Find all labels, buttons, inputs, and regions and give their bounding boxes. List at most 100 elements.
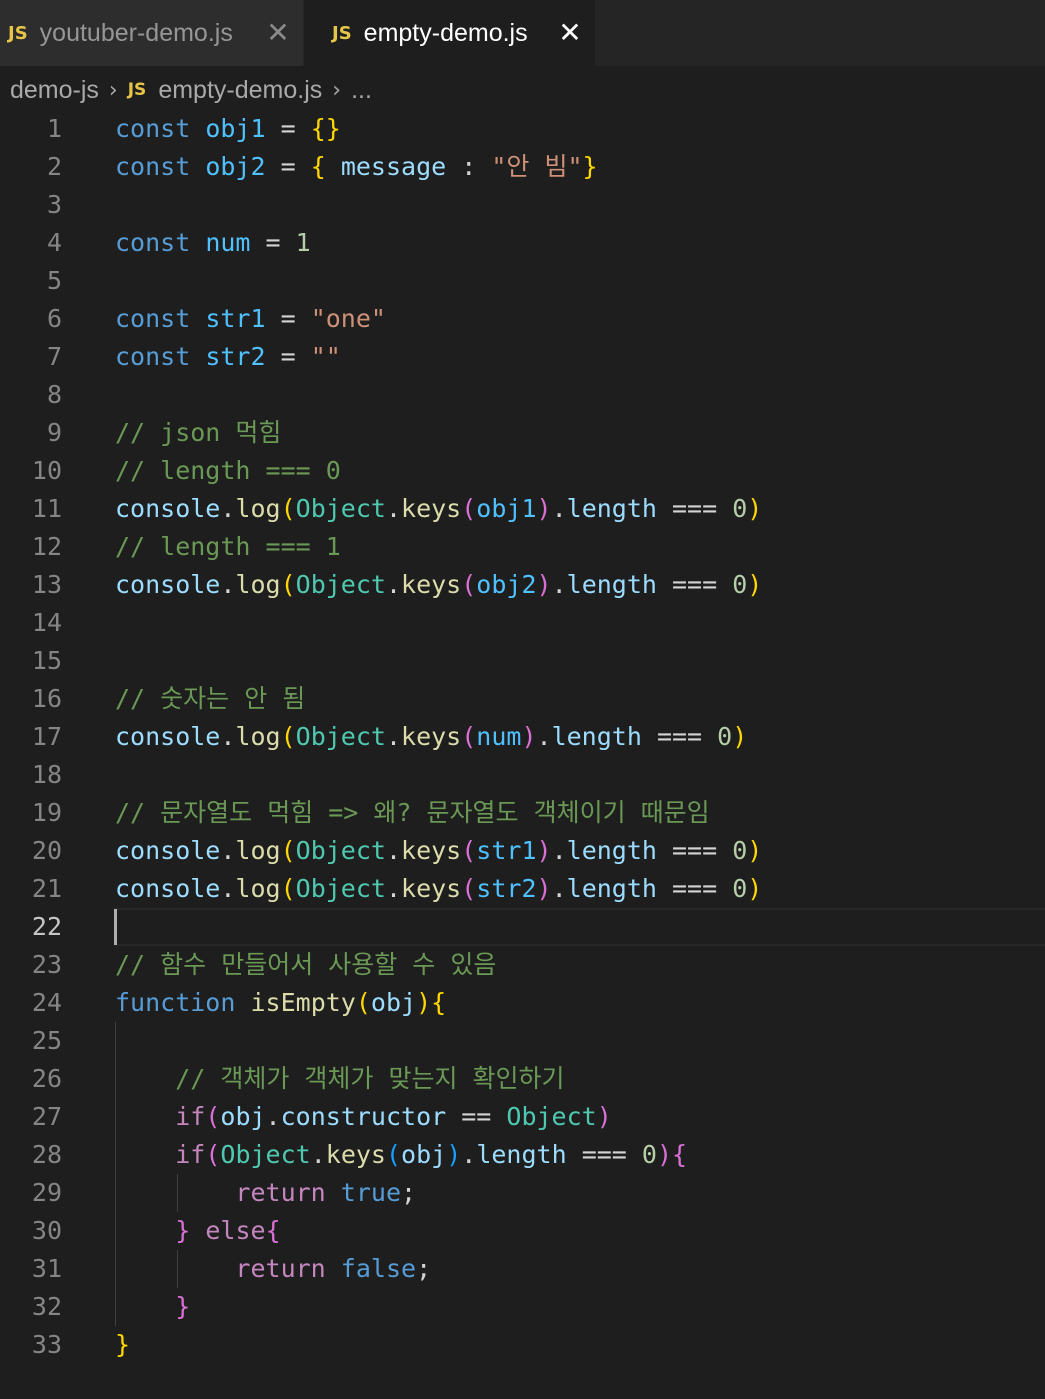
code-line[interactable]: 23 // 함수 만들어서 사용할 수 있음: [0, 946, 1045, 984]
code-token: (: [280, 722, 296, 751]
code-line[interactable]: 4 const num = 1: [0, 224, 1045, 262]
code-token: ): [747, 836, 763, 865]
code-line[interactable]: 18: [0, 756, 1045, 794]
code-line[interactable]: 19 // 문자열도 먹힘 => 왜? 문자열도 객체이기 때문임: [0, 794, 1045, 832]
code-line[interactable]: 6 const str1 = "one": [0, 300, 1045, 338]
line-number: 17: [31, 722, 62, 751]
code-token: keys: [401, 570, 462, 599]
code-token: .: [265, 1102, 281, 1131]
code-line[interactable]: 27 if(obj.constructor == Object): [0, 1098, 1045, 1136]
code-line[interactable]: 22: [0, 908, 1045, 946]
code-token: true: [340, 1178, 402, 1207]
code-token: console: [115, 722, 221, 751]
code-line[interactable]: 13 console.log(Object.keys(obj2).length =…: [0, 566, 1045, 604]
code-line[interactable]: 12 // length === 1: [0, 528, 1045, 566]
code-line[interactable]: 29 return true;: [0, 1174, 1045, 1212]
code-token: Object: [220, 1140, 311, 1169]
code-token: Object: [295, 836, 386, 865]
code-token: keys: [401, 722, 462, 751]
code-token: (: [355, 988, 371, 1017]
code-token: // json 먹힘: [115, 418, 282, 447]
code-line[interactable]: 9 // json 먹힘: [0, 414, 1045, 452]
line-number: 7: [46, 342, 62, 371]
code-text: const str1 = "one": [115, 300, 386, 338]
code-token: ===: [656, 570, 733, 599]
line-number: 30: [31, 1216, 62, 1245]
code-line[interactable]: 20 console.log(Object.keys(str1).length =…: [0, 832, 1045, 870]
code-token: log: [235, 570, 281, 599]
code-line[interactable]: 14: [0, 604, 1045, 642]
code-line[interactable]: 16 // 숫자는 안 됨: [0, 680, 1045, 718]
code-token: str1: [476, 836, 537, 865]
code-token: const: [115, 114, 191, 143]
text-cursor: [114, 909, 117, 945]
code-line[interactable]: 25: [0, 1022, 1045, 1060]
code-token: =: [265, 114, 311, 143]
tab-empty-demo[interactable]: JS empty-demo.js ✕: [304, 0, 596, 66]
code-line[interactable]: 5: [0, 262, 1045, 300]
code-editor[interactable]: 1 const obj1 = {} 2 const obj2 = { message …: [0, 110, 1045, 1399]
code-token: "안 빔": [491, 152, 583, 181]
breadcrumb-folder[interactable]: demo-js: [10, 76, 99, 105]
code-token: =: [265, 304, 311, 333]
code-token: (: [461, 874, 477, 903]
code-line[interactable]: 28 if(Object.keys(obj).length === 0){: [0, 1136, 1045, 1174]
code-line[interactable]: 8: [0, 376, 1045, 414]
close-icon[interactable]: ✕: [555, 19, 585, 47]
code-token: .: [551, 874, 567, 903]
code-line[interactable]: 7 const str2 = "": [0, 338, 1045, 376]
code-token: obj1: [205, 114, 266, 143]
code-text: if(Object.keys(obj).length === 0){: [115, 1136, 687, 1174]
code-token: ): [536, 836, 552, 865]
tab-label: youtuber-demo.js: [39, 18, 233, 47]
code-token: length: [566, 570, 657, 599]
code-line[interactable]: 10 // length === 0: [0, 452, 1045, 490]
code-line[interactable]: 11 console.log(Object.keys(obj1).length =…: [0, 490, 1045, 528]
code-token: 0: [641, 1140, 657, 1169]
code-line[interactable]: 21 console.log(Object.keys(str2).length =…: [0, 870, 1045, 908]
chevron-right-icon: ›: [108, 77, 118, 103]
code-line[interactable]: 30 } else{: [0, 1212, 1045, 1250]
code-line[interactable]: 31 return false;: [0, 1250, 1045, 1288]
line-number: 6: [46, 304, 62, 333]
code-token: .: [551, 836, 567, 865]
code-token: ==: [446, 1102, 507, 1131]
code-line[interactable]: 26 // 객체가 객체가 맞는지 확인하기: [0, 1060, 1045, 1098]
tab-youtuber-demo[interactable]: JS youtuber-demo.js ✕: [0, 0, 304, 66]
code-token: ): [521, 722, 537, 751]
javascript-file-icon: JS: [127, 80, 147, 100]
code-token: Object: [295, 570, 386, 599]
code-line[interactable]: 32 }: [0, 1288, 1045, 1326]
code-token: console: [115, 836, 221, 865]
code-line[interactable]: 17 console.log(Object.keys(num).length ==…: [0, 718, 1045, 756]
code-token: isEmpty: [250, 988, 356, 1017]
breadcrumb-symbols[interactable]: ...: [351, 76, 372, 105]
editor-tab-bar: JS youtuber-demo.js ✕ JS empty-demo.js ✕: [0, 0, 1045, 66]
code-token: num: [205, 228, 251, 257]
code-token: num: [476, 722, 522, 751]
code-line[interactable]: 24 function isEmpty(obj){: [0, 984, 1045, 1022]
code-token: {}: [310, 114, 341, 143]
code-token: str1: [205, 304, 266, 333]
code-line[interactable]: 15: [0, 642, 1045, 680]
line-number: 10: [31, 456, 62, 485]
code-text: return true;: [115, 1174, 416, 1212]
code-line[interactable]: 33}: [0, 1326, 1045, 1364]
code-line[interactable]: 1 const obj1 = {}: [0, 110, 1045, 148]
code-token: ): [596, 1102, 612, 1131]
code-token: else: [205, 1216, 266, 1245]
close-icon[interactable]: ✕: [263, 19, 293, 47]
code-token: .: [551, 570, 567, 599]
code-token: ===: [566, 1140, 642, 1169]
code-line[interactable]: 2 const obj2 = { message : "안 빔"}: [0, 148, 1045, 186]
code-token: console: [115, 874, 221, 903]
breadcrumb-file[interactable]: empty-demo.js: [158, 76, 322, 105]
code-line[interactable]: 3: [0, 186, 1045, 224]
